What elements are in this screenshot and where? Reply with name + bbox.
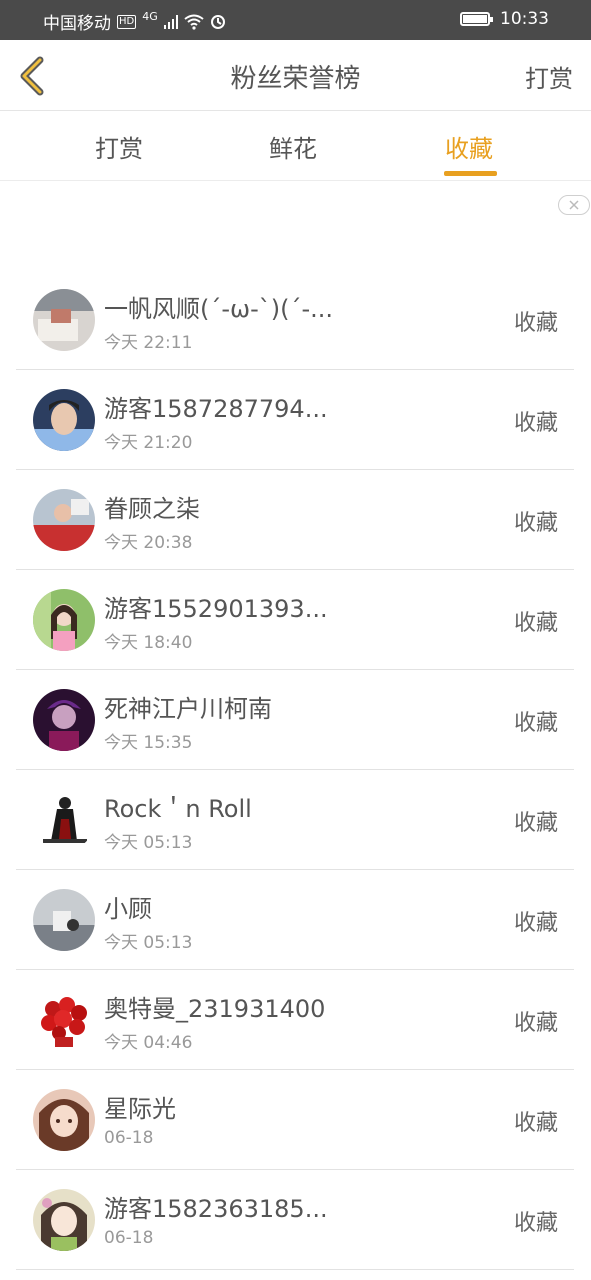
status-bar: 中国移动 HD 4G 10:33 (0, 0, 591, 40)
tab-flowers[interactable]: 鲜花 (269, 129, 317, 164)
timestamp: 今天 20:38 (104, 533, 193, 553)
favorite-label: 收藏 (513, 511, 558, 536)
user-name: Rock＇n Roll (104, 795, 252, 823)
active-tab-indicator (444, 171, 497, 176)
clock: 10:33 (500, 9, 549, 29)
favorite-label: 收藏 (513, 811, 558, 836)
list-item[interactable]: 星际光 06-18 收藏 (16, 1070, 574, 1170)
favorite-label: 收藏 (513, 311, 558, 336)
favorite-label: 收藏 (513, 411, 558, 436)
page-title: 粉丝荣誉榜 (230, 64, 361, 94)
tab-favorites[interactable]: 收藏 (445, 129, 493, 164)
user-name: 小顾 (104, 895, 152, 923)
user-name: 死神江户川柯南 (104, 695, 272, 723)
user-name: 眷顾之柒 (104, 495, 200, 523)
avatar (33, 389, 95, 451)
user-name: 游客1582363185... (104, 1195, 328, 1223)
list-item[interactable]: 游客1552901393... 今天 18:40 收藏 (16, 570, 574, 670)
avatar (33, 889, 95, 951)
list-item[interactable]: 眷顾之柒 今天 20:38 收藏 (16, 470, 574, 570)
favorite-label: 收藏 (513, 1211, 558, 1236)
list-item[interactable]: 游客1582363185... 06-18 收藏 (16, 1170, 574, 1270)
favorite-label: 收藏 (513, 1111, 558, 1136)
timestamp: 06-18 (104, 1128, 154, 1148)
avatar (33, 789, 95, 851)
avatar (33, 289, 95, 351)
tab-bar: 打赏 鲜花 收藏 (0, 111, 591, 181)
close-icon (569, 200, 579, 210)
user-name: 奥特曼_231931400 (104, 995, 326, 1023)
fan-list: 一帆风顺(´-ω-`)(´-... 今天 22:11 收藏 游客15872877… (16, 270, 574, 1270)
battery-icon (460, 12, 493, 26)
list-item[interactable]: 游客1587287794... 今天 21:20 收藏 (16, 370, 574, 470)
timestamp: 今天 04:46 (104, 1033, 193, 1053)
timestamp: 今天 05:13 (104, 833, 193, 853)
list-item[interactable]: 死神江户川柯南 今天 15:35 收藏 (16, 670, 574, 770)
avatar (33, 589, 95, 651)
carrier-label: 中国移动 (43, 14, 111, 34)
user-name: 游客1552901393... (104, 595, 328, 623)
list-item[interactable]: 小顾 今天 05:13 收藏 (16, 870, 574, 970)
list-item[interactable]: 奥特曼_231931400 今天 04:46 收藏 (16, 970, 574, 1070)
favorite-label: 收藏 (513, 911, 558, 936)
avatar (33, 989, 95, 1051)
timestamp: 今天 18:40 (104, 633, 193, 653)
list-item[interactable]: 一帆风顺(´-ω-`)(´-... 今天 22:11 收藏 (16, 270, 574, 370)
sync-icon (210, 14, 225, 29)
reward-button[interactable]: 打赏 (525, 59, 573, 94)
avatar (33, 689, 95, 751)
network-label: 4G (142, 10, 158, 23)
timestamp: 06-18 (104, 1228, 154, 1248)
timestamp: 今天 05:13 (104, 933, 193, 953)
user-name: 游客1587287794... (104, 395, 328, 423)
favorite-label: 收藏 (513, 1011, 558, 1036)
tab-reward[interactable]: 打赏 (95, 129, 143, 164)
user-name: 星际光 (104, 1095, 176, 1123)
favorite-label: 收藏 (513, 711, 558, 736)
timestamp: 今天 21:20 (104, 433, 193, 453)
list-item[interactable]: Rock＇n Roll 今天 05:13 收藏 (16, 770, 574, 870)
ad-close-button[interactable] (558, 195, 590, 215)
timestamp: 今天 15:35 (104, 733, 193, 753)
avatar (33, 1189, 95, 1251)
top-bar: 粉丝荣誉榜 打赏 (0, 40, 591, 111)
user-name: 一帆风顺(´-ω-`)(´-... (104, 295, 334, 323)
favorite-label: 收藏 (513, 611, 558, 636)
hd-badge: HD (117, 14, 137, 29)
wifi-icon (184, 14, 204, 30)
timestamp: 今天 22:11 (104, 333, 193, 353)
signal-icon: 4G (142, 10, 158, 23)
signal-bars-icon (163, 14, 178, 29)
avatar (33, 1089, 95, 1151)
avatar (33, 489, 95, 551)
